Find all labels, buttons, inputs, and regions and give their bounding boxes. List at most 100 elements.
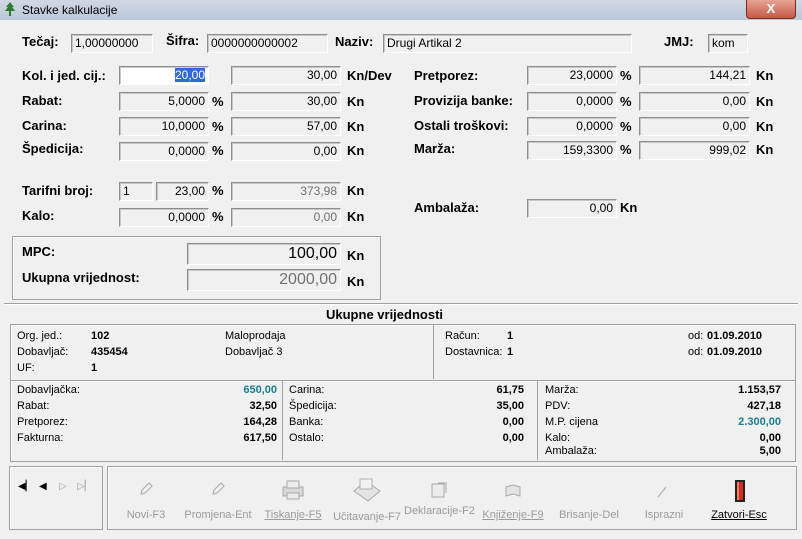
tarifni-pct-field[interactable]: 23,00 <box>156 182 209 201</box>
zatvori-label: Zatvori-Esc <box>711 509 767 521</box>
racun-value: 1 <box>507 330 514 342</box>
carina-kn-field[interactable]: 57,00 <box>231 117 341 136</box>
kalo-kn-field: 0,00 <box>231 208 341 227</box>
sifra-field[interactable]: 0000000000002 <box>207 34 328 53</box>
col1-label: Dobavljačka: <box>17 384 80 396</box>
novi-button[interactable]: Novi-F3 <box>118 475 174 525</box>
tiskanje-label: Tiskanje-F5 <box>264 509 322 521</box>
isprazni-button[interactable]: Isprazni <box>634 475 694 525</box>
separator <box>4 303 798 305</box>
jmj-field[interactable]: kom <box>708 34 748 53</box>
nav-prev-button[interactable]: ◀ <box>39 481 47 492</box>
col2-value: 35,00 <box>496 400 524 412</box>
totals-divider-2 <box>537 380 538 460</box>
spedicija-pct-unit: % <box>212 143 224 158</box>
window-title: Stavke kalkulacije <box>22 3 118 17</box>
provizija-pct-unit: % <box>620 94 632 109</box>
novi-label: Novi-F3 <box>126 509 166 521</box>
nav-next-button[interactable]: ▷ <box>59 481 67 492</box>
tiskanje-button[interactable]: Tiskanje-F5 <box>262 475 324 525</box>
ucitavanje-button[interactable]: Učitavanje-F7 <box>330 473 404 525</box>
col2-label: Banka: <box>289 416 324 428</box>
summary-title: Ukupne vrijednosti <box>326 307 444 322</box>
naziv-label: Naziv: <box>335 34 374 49</box>
spedicija-pct-field[interactable]: 0,0000 <box>119 142 209 161</box>
ambalaza-field[interactable]: 0,00 <box>527 199 617 218</box>
title-bar <box>0 0 802 20</box>
col3-value: 2.300,00 <box>738 416 781 428</box>
marza-label: Marža: <box>414 141 456 156</box>
tarifni-broj-field[interactable]: 1 <box>119 182 153 201</box>
cijena-field[interactable]: 30,00 <box>231 66 341 85</box>
mpc-unit: Kn <box>347 248 365 263</box>
naziv-field[interactable]: Drugi Artikal 2 <box>383 34 632 53</box>
col3-label: Kalo: <box>545 432 571 444</box>
ambalaza-label: Ambalaža: <box>414 200 480 215</box>
marza-pct-unit: % <box>620 142 632 157</box>
org-value: 102 <box>91 330 110 342</box>
col2-value: 0,00 <box>502 416 524 428</box>
app-icon <box>5 2 15 16</box>
rabat-kn-unit: Kn <box>347 94 365 109</box>
mpc-field[interactable]: 100,00 <box>187 243 341 265</box>
col3-value: 5,00 <box>759 445 781 457</box>
org-label: Org. jed.: <box>17 330 63 342</box>
dostavnica-value: 1 <box>507 346 514 358</box>
marza-pct-field[interactable]: 159,3300 <box>527 141 617 160</box>
pretporez-pct-field[interactable]: 23,0000 <box>527 66 617 85</box>
knjizenje-button[interactable]: Knjiženje-F9 <box>480 475 546 525</box>
promjena-button[interactable]: Promjena-Ent <box>180 475 256 525</box>
col3-label: M.P. cijena <box>545 416 598 428</box>
jmj-label: JMJ: <box>664 34 694 49</box>
dobavljac-value: 435454 <box>91 346 128 358</box>
racun-label: Račun: <box>445 330 480 342</box>
tarifni-label: Tarifni broj: <box>22 183 94 198</box>
brisanje-button[interactable]: Brisanje-Del <box>554 475 624 525</box>
ukupna-label: Ukupna vrijednost: <box>22 270 140 285</box>
provizija-pct-field[interactable]: 0,0000 <box>527 92 617 111</box>
pretporez-kn-field[interactable]: 144,21 <box>639 66 750 85</box>
isprazni-label: Isprazni <box>644 509 684 521</box>
spedicija-kn-field[interactable]: 0,00 <box>231 142 341 161</box>
marza-kn-field[interactable]: 999,02 <box>639 141 750 160</box>
carina-pct-field[interactable]: 10,0000 <box>119 117 209 136</box>
uf-label: UF: <box>17 362 35 374</box>
rabat-pct-field[interactable]: 5,0000 <box>119 92 209 111</box>
uf-value: 1 <box>91 362 98 374</box>
col2-value: 0,00 <box>502 432 524 444</box>
spedicija-label: Špedicija: <box>22 141 84 156</box>
mpc-label: MPC: <box>22 244 56 259</box>
maloprodaja-text: Maloprodaja <box>225 330 286 342</box>
tecaj-label: Tečaj: <box>22 34 59 49</box>
ostali-pct-field[interactable]: 0,0000 <box>527 117 617 136</box>
summary-totals-box <box>10 380 796 462</box>
import-icon <box>353 478 381 502</box>
col3-value: 1.153,57 <box>738 384 781 396</box>
zatvori-button[interactable]: Zatvori-Esc <box>702 475 776 525</box>
col1-label: Pretporez: <box>17 416 68 428</box>
declaration-icon <box>431 482 447 498</box>
close-button[interactable]: X <box>746 0 796 19</box>
ambalaza-unit: Kn <box>620 200 638 215</box>
col3-value: 427,18 <box>747 400 781 412</box>
pretporez-kn-unit: Kn <box>756 68 774 83</box>
promjena-label: Promjena-Ent <box>184 509 252 521</box>
kol-label: Kol. i jed. cij.: <box>22 68 106 83</box>
kol-field[interactable]: 20,00 <box>119 66 209 85</box>
nav-last-button[interactable]: ▷▏ <box>77 481 92 492</box>
provizija-kn-field[interactable]: 0,00 <box>639 92 750 111</box>
kalo-pct-field[interactable]: 0,0000 <box>119 208 209 227</box>
carina-pct-unit: % <box>212 119 224 134</box>
tecaj-field[interactable]: 1,00000000 <box>71 34 153 53</box>
col1-label: Fakturna: <box>17 432 64 444</box>
ostali-kn-field[interactable]: 0,00 <box>639 117 750 136</box>
deklaracije-button[interactable]: Deklaracije-F2 <box>404 475 475 525</box>
marza-kn-unit: Kn <box>756 142 774 157</box>
exit-door-icon <box>735 480 745 502</box>
sifra-label: Šifra: <box>166 33 200 48</box>
col1-value: 650,00 <box>243 384 277 396</box>
rabat-kn-field[interactable]: 30,00 <box>231 92 341 111</box>
col3-label: Ambalaža: <box>545 445 597 457</box>
nav-first-button[interactable]: ◀▏ <box>18 481 33 492</box>
col1-value: 617,50 <box>243 432 277 444</box>
